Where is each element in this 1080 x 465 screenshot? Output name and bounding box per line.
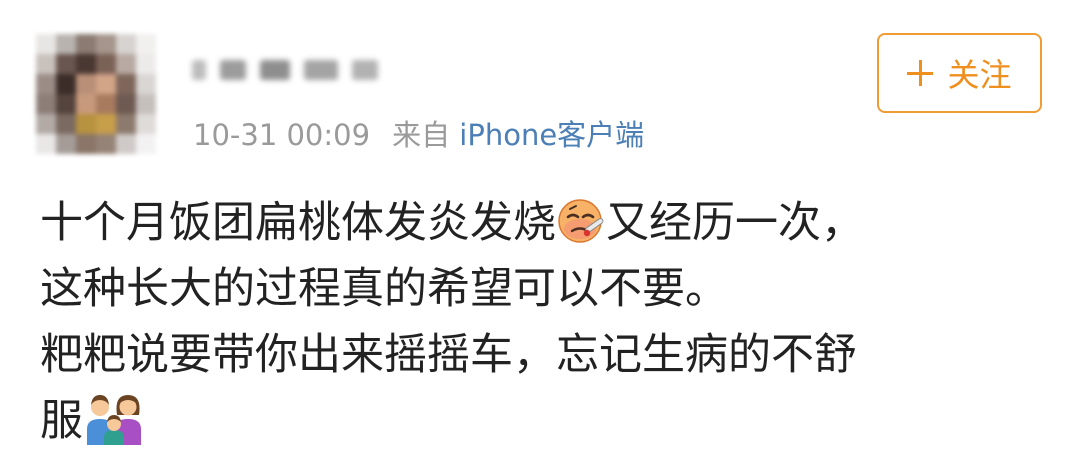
content-text-1a: 十个月饭团扁桃体发炎发烧: [40, 198, 556, 248]
weibo-post: 10-31 00:09 来自 iPhone客户端 关注 十个月饭团扁桃体发炎发烧 …: [0, 0, 1080, 465]
post-time: 10-31 00:09: [193, 118, 371, 152]
follow-button-label: 关注: [947, 56, 1012, 94]
username-redacted[interactable]: [192, 48, 378, 92]
post-content: 十个月饭团扁桃体发炎发烧 又经历一次， 这种长大的过程真的希望可以不要。 粑粑说…: [40, 190, 1050, 454]
family-emoji: [83, 389, 145, 445]
plus-icon: [907, 60, 934, 86]
content-text-4: 服: [40, 396, 83, 446]
content-line-3: 粑粑说要带你出来摇摇车，忘记生病的不舒: [40, 330, 857, 380]
source-prefix: 来自: [392, 118, 451, 152]
content-text-1b: 又经历一次，: [606, 198, 864, 248]
post-meta: 10-31 00:09 来自 iPhone客户端: [193, 112, 644, 154]
source-link[interactable]: iPhone客户端: [459, 118, 644, 152]
content-line-2: 这种长大的过程真的希望可以不要。: [40, 264, 728, 314]
avatar[interactable]: [36, 34, 156, 154]
content-line-4: 服: [40, 388, 1050, 454]
content-line-1: 十个月饭团扁桃体发炎发烧 又经历一次，: [40, 190, 1050, 256]
follow-button[interactable]: 关注: [877, 33, 1042, 113]
sick-face-with-thermometer-emoji: [556, 195, 606, 245]
